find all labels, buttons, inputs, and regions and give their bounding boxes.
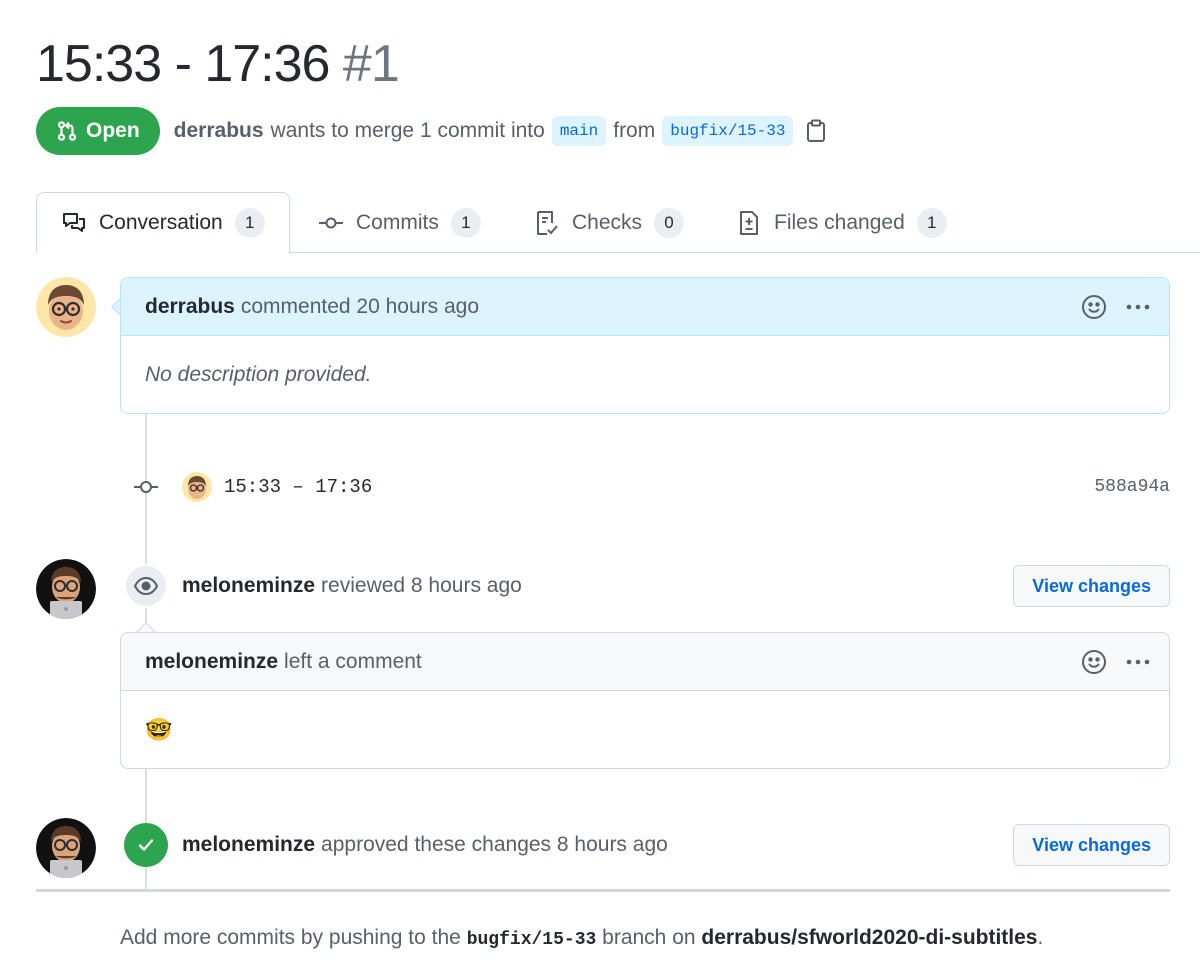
comment-action: left a comment [284,649,422,673]
tab-commits[interactable]: Commits 1 [318,192,481,253]
review-badge [124,564,168,608]
view-changes-button[interactable]: View changes [1013,565,1170,607]
comment-actions [1081,278,1151,336]
smiley-icon[interactable] [1081,294,1107,320]
push-hint-branch: bugfix/15-33 [466,930,597,950]
approval-author[interactable]: meloneminze [182,833,315,857]
tab-files-changed[interactable]: Files changed 1 [736,192,947,253]
tab-counter: 1 [916,207,947,238]
comment-derrabus: derrabus commented 20 hours ago No descr… [120,277,1170,414]
memoji-avatar-icon [36,818,96,878]
from-text: from [613,119,656,142]
tab-conversation[interactable]: Conversation 1 [36,192,290,254]
comment-body: 🤓 [121,691,1169,768]
checklist-icon [537,210,558,235]
comment-body: No description provided. [121,336,1169,413]
eye-icon [133,576,159,596]
push-hint: Add more commits by pushing to the bugfi… [120,926,1043,950]
commit-message[interactable]: 15:33 – 17:36 [224,476,372,498]
view-changes-button[interactable]: View changes [1013,824,1170,866]
approval-action: approved these changes 8 hours ago [321,833,668,856]
approved-badge [124,823,168,867]
pr-title: 15:33 - 17:36 #1 [36,32,400,96]
tab-checks[interactable]: Checks 0 [534,192,685,253]
pr-number: #1 [342,35,400,93]
kebab-horizontal-icon[interactable] [1125,649,1151,675]
review-comment: meloneminze left a comment 🤓 [120,632,1170,769]
timeline-end-divider [36,889,1170,892]
comment-header: meloneminze left a comment [121,633,1169,691]
push-hint-repo[interactable]: derrabus/sfworld2020-di-subtitles [701,926,1037,949]
pr-title-text: 15:33 - 17:36 [36,35,330,93]
check-icon [138,839,154,851]
pull-request-icon [57,121,77,141]
pr-author-link[interactable]: derrabus [174,119,264,143]
commit-icon [134,481,158,493]
conversation-icon [63,213,85,232]
memoji-avatar-icon [36,277,96,337]
tab-counter: 1 [234,208,265,238]
timeline-review-event: meloneminze reviewed 8 hours ago View ch… [124,564,1170,608]
copy-icon[interactable] [806,119,826,143]
timeline-approval-event: meloneminze approved these changes 8 hou… [124,823,1170,867]
tab-label: Files changed [774,210,905,234]
comment-actions [1081,633,1151,691]
commit-icon [319,217,343,228]
avatar-derrabus[interactable] [36,277,96,337]
kebab-horizontal-icon[interactable] [1125,294,1151,320]
tab-counter: 0 [654,207,685,238]
tab-counter: 1 [450,207,481,238]
review-action: reviewed 8 hours ago [321,574,522,597]
commit-author-avatar[interactable] [182,472,212,502]
push-hint-suffix: . [1037,926,1044,949]
avatar-meloneminze[interactable] [36,818,96,878]
comment-action: commented 20 hours ago [240,294,480,318]
commit-sha[interactable]: 588a94a [1094,477,1170,497]
base-branch[interactable]: main [551,116,607,146]
comment-author[interactable]: derrabus [145,295,235,319]
smiley-icon[interactable] [1081,649,1107,675]
tab-label: Conversation [99,211,223,234]
tab-label: Commits [356,210,439,234]
avatar-meloneminze[interactable] [36,559,96,619]
nerd-face-emoji: 🤓 [145,716,173,742]
merge-description: derrabus wants to merge 1 commit into ma… [174,116,827,146]
comment-header: derrabus commented 20 hours ago [121,278,1169,336]
pr-tabs: Conversation 1 Commits 1 Checks 0 Files … [36,192,1200,254]
comment-author[interactable]: meloneminze [145,650,278,674]
comment-body-text: No description provided. [145,362,372,386]
tab-label: Checks [572,210,643,234]
state-label: Open [86,119,140,142]
pr-meta: Open derrabus wants to merge 1 commit in… [36,107,826,155]
merge-text: wants to merge 1 commit into [270,119,545,142]
memoji-avatar-icon [36,559,96,619]
review-author[interactable]: meloneminze [182,574,315,598]
head-branch[interactable]: bugfix/15-33 [662,116,794,146]
timeline-commit: 15:33 – 17:36 588a94a [132,468,1170,506]
state-badge: Open [36,107,160,155]
push-hint-prefix: Add more commits by pushing to the [120,926,461,949]
push-hint-middle: branch on [602,926,696,949]
file-diff-icon [740,210,758,235]
